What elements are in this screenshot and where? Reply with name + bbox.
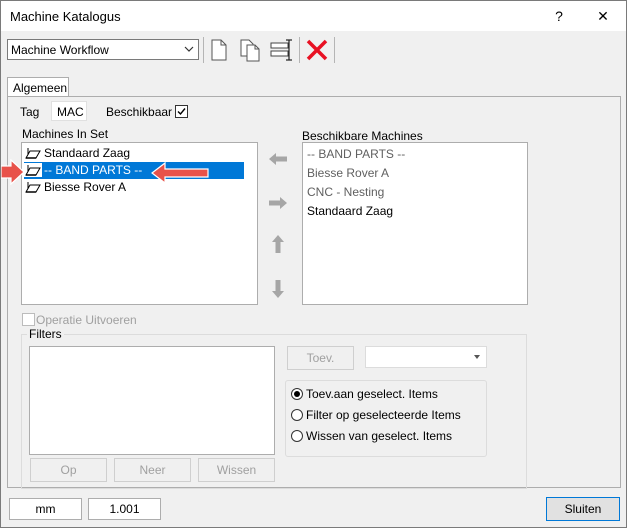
move-up-button[interactable] [263,230,293,258]
toolbar: Machine Workflow [1,31,626,69]
machines-in-set-label: Machines In Set [22,127,109,141]
filters-list[interactable] [29,346,275,455]
list-item[interactable]: -- BAND PARTS -- [307,146,405,163]
annotation-arrow-right-icon [1,159,25,185]
copy-document-icon[interactable] [238,38,262,62]
move-right-button[interactable] [263,189,293,217]
move-down-button[interactable] [263,275,293,303]
radio-button[interactable] [291,430,303,442]
filter-combo[interactable] [365,346,487,368]
list-item[interactable]: -- BAND PARTS -- [24,162,244,179]
title-bar: Machine Katalogus ? ✕ [1,1,626,31]
radio-label: Filter op geselecteerde Items [306,408,461,422]
delete-icon[interactable] [305,38,329,62]
radio-label: Wissen van geselect. Items [306,429,453,443]
version-field: 1.001 [88,498,161,520]
list-item[interactable]: CNC - Nesting [307,184,384,201]
workflow-combo[interactable]: Machine Workflow [7,39,199,60]
filter-mode-group: Toev.aan geselect. Items Filter op gesel… [285,380,487,457]
tab-algemeen[interactable]: Algemeen [7,77,69,97]
list-item[interactable]: Biesse Rover A [307,165,389,182]
tag-field[interactable]: MAC [51,101,87,121]
radio-label: Toev.aan geselect. Items [306,387,438,401]
filter-down-button[interactable]: Neer [114,458,191,482]
radio-button[interactable] [291,409,303,421]
close-button[interactable]: Sluiten [546,497,620,521]
arrow-left-icon [269,153,287,165]
available-machines-label: Beschikbare Machines [302,129,423,143]
arrow-down-icon [272,280,284,298]
arrow-right-icon [269,197,287,209]
checkmark-icon [177,108,186,116]
machine-icon [24,163,42,177]
unit-field: mm [9,498,82,520]
filter-up-button[interactable]: Op [30,458,107,482]
radio-button[interactable] [291,388,303,400]
list-item[interactable]: Standaard Zaag [307,203,393,220]
filter-clear-button[interactable]: Wissen [198,458,275,482]
toolbar-separator [299,37,300,63]
available-machines-list[interactable]: -- BAND PARTS -- Biesse Rover A CNC - Ne… [302,142,528,305]
machine-icon [25,148,41,159]
machines-in-set-list[interactable]: Standaard Zaag -- BAND PARTS -- Biesse R… [21,142,258,305]
operation-label: Operatie Uitvoeren [36,313,137,327]
help-icon: ? [555,8,563,24]
toolbar-separator [334,37,335,63]
edit-fields-icon[interactable] [269,38,293,62]
close-window-button[interactable]: ✕ [583,1,623,31]
available-checkbox[interactable] [175,105,188,118]
move-left-button[interactable] [263,145,293,173]
list-item[interactable]: Biesse Rover A [24,179,126,196]
list-item[interactable]: Standaard Zaag [24,145,130,162]
arrow-up-icon [272,235,284,253]
chevron-down-icon [474,355,480,359]
filters-label: Filters [27,327,64,341]
new-document-icon[interactable] [207,38,231,62]
toolbar-separator [203,37,204,63]
tag-label: Tag [20,105,40,119]
close-icon: ✕ [597,7,609,24]
filter-add-button[interactable]: Toev. [287,346,354,370]
chevron-down-icon [184,46,194,52]
machine-icon [25,182,41,193]
machine-catalog-window: Machine Katalogus ? ✕ Machine Workflow A… [0,0,627,528]
operation-checkbox[interactable] [22,313,35,326]
window-title: Machine Katalogus [10,9,121,24]
available-label: Beschikbaar [106,105,173,119]
workflow-combo-value: Machine Workflow [11,43,109,57]
annotation-arrow-left-icon [151,161,209,185]
help-button[interactable]: ? [539,1,579,31]
